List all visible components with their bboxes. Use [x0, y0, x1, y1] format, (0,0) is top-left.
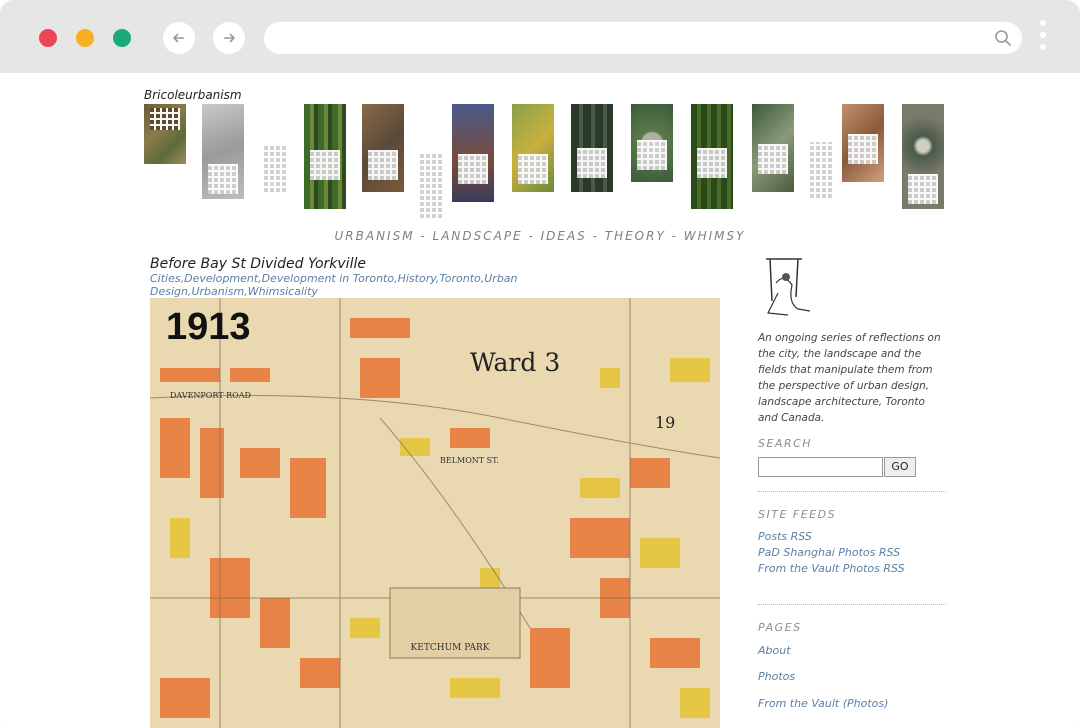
search-icon [995, 30, 1012, 47]
browser-toolbar [0, 0, 1080, 73]
search-heading: SEARCH [758, 437, 813, 450]
close-window-button[interactable] [39, 29, 57, 47]
maximize-window-button[interactable] [113, 29, 131, 47]
arrow-left-icon [172, 33, 184, 43]
feed-link-vault[interactable]: From the Vault Photos RSS [758, 562, 905, 575]
map-label-ketchum-park: KETCHUM PARK [411, 643, 490, 653]
category-link[interactable]: History [398, 272, 436, 285]
about-text: An ongoing series of reflections on the … [758, 332, 941, 424]
search-input[interactable] [758, 457, 883, 477]
feed-link-posts[interactable]: Posts RSS [758, 530, 812, 543]
map-year-label: 1913 [166, 306, 251, 348]
post-categories: Cities,Development,Development in Toront… [150, 272, 518, 298]
map-label-davenport: DAVENPORT ROAD [170, 391, 251, 400]
historic-map-image: KETCHUM PARK DAVENPORT ROAD BELMONT ST. … [150, 298, 720, 728]
post-title[interactable]: Before Bay St Divided Yorkville [150, 256, 366, 272]
category-link[interactable]: Cities [150, 272, 181, 285]
forward-button[interactable] [213, 22, 245, 54]
browser-window: Bricoleurbanism URBANISM - LANDSCAPE - I… [0, 0, 1080, 728]
address-bar[interactable] [264, 22, 1022, 54]
search-go-button[interactable]: GO [884, 457, 916, 477]
minimize-window-button[interactable] [76, 29, 94, 47]
page-link-about[interactable]: About [758, 644, 791, 657]
category-link[interactable]: Urbanism [191, 285, 244, 298]
map-ward-label: Ward 3 [470, 348, 561, 377]
kebab-menu-icon[interactable] [1040, 20, 1046, 54]
sketch-illustration [766, 258, 811, 316]
map-drawing: KETCHUM PARK DAVENPORT ROAD BELMONT ST. … [150, 298, 720, 728]
feeds-heading: SITE FEEDS [758, 508, 837, 521]
page-link-photos[interactable]: Photos [758, 670, 795, 683]
feed-link-pad-shanghai[interactable]: PaD Shanghai Photos RSS [758, 546, 900, 559]
web-page: Bricoleurbanism URBANISM - LANDSCAPE - I… [0, 73, 1080, 728]
category-link[interactable]: Toronto [439, 272, 480, 285]
pages-heading: PAGES [758, 621, 802, 634]
page-link-vault[interactable]: From the Vault (Photos) [758, 697, 888, 710]
site-title[interactable]: Bricoleurbanism [144, 88, 242, 102]
sidebar-divider [758, 491, 946, 492]
arrow-right-icon [224, 33, 236, 43]
category-link[interactable]: Development in Toronto [262, 272, 394, 285]
map-label-belmont: BELMONT ST. [440, 456, 499, 465]
category-link[interactable]: Whimsicality [248, 285, 318, 298]
site-tagline: URBANISM - LANDSCAPE - IDEAS - THEORY - … [334, 229, 746, 243]
back-button[interactable] [163, 22, 195, 54]
sidebar-divider [758, 604, 946, 605]
category-link[interactable]: Development [184, 272, 258, 285]
site-banner[interactable] [144, 104, 949, 222]
map-label-19: 19 [655, 413, 675, 432]
